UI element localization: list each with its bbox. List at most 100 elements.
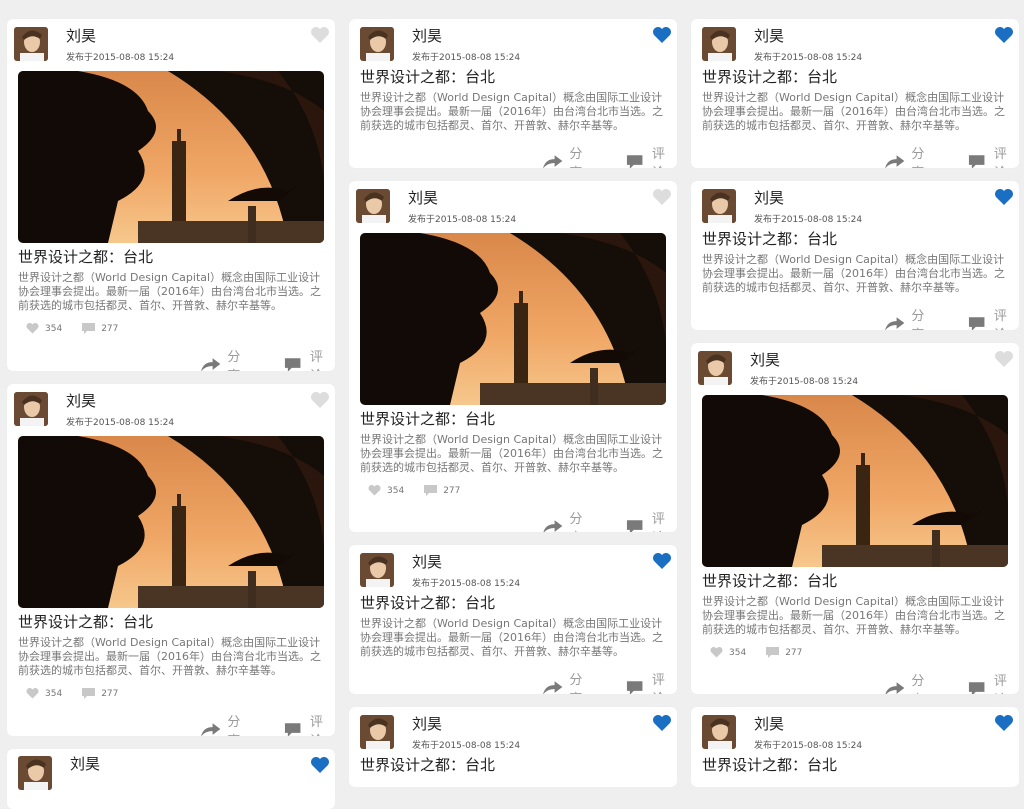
share-button[interactable]: 分享 [884, 143, 937, 168]
post-date: 发布于2015-08-08 15:24 [754, 215, 863, 225]
heart-icon[interactable] [310, 391, 330, 409]
heart-icon[interactable] [652, 26, 672, 44]
heart-icon[interactable] [310, 26, 330, 44]
author-name[interactable]: 刘昊 [754, 25, 784, 46]
comment-icon [625, 680, 646, 694]
share-icon [200, 722, 221, 736]
comment-count-icon [82, 688, 96, 699]
post-title[interactable]: 世界设计之都：台北 [360, 592, 495, 613]
heart-icon[interactable] [652, 714, 672, 732]
heart-icon[interactable] [652, 552, 672, 570]
heart-icon[interactable] [994, 26, 1014, 44]
post-photo[interactable] [360, 233, 666, 405]
author-name[interactable]: 刘昊 [408, 187, 438, 208]
like-count: 354 [729, 647, 747, 658]
comment-button[interactable]: 评论 [967, 143, 1020, 168]
comment-button[interactable]: 评论 [967, 305, 1020, 330]
post-card[interactable]: 刘昊 发布于2015-08-08 15:24 世界设计之都：台北 世界设计之都（… [349, 181, 677, 532]
share-label: 分享 [227, 715, 241, 736]
avatar[interactable] [702, 715, 736, 749]
share-button[interactable]: 分享 [542, 143, 595, 168]
post-description: 世界设计之都（World Design Capital）概念由国际工业设计协会理… [18, 271, 321, 312]
avatar[interactable] [360, 715, 394, 749]
avatar[interactable] [360, 553, 394, 587]
post-photo[interactable] [18, 71, 324, 243]
comment-count-icon [424, 485, 438, 496]
avatar[interactable] [698, 351, 732, 385]
post-title[interactable]: 世界设计之都：台北 [702, 570, 837, 591]
post-date: 发布于2015-08-08 15:24 [412, 53, 521, 63]
share-icon [542, 519, 563, 532]
share-label: 分享 [569, 512, 583, 532]
author-name[interactable]: 刘昊 [754, 187, 784, 208]
heart-icon[interactable] [310, 756, 330, 774]
share-icon [884, 681, 905, 694]
post-title[interactable]: 世界设计之都：台北 [702, 228, 837, 249]
comment-button[interactable]: 评论 [967, 670, 1020, 694]
comment-button[interactable]: 评论 [283, 711, 336, 736]
author-name[interactable]: 刘昊 [412, 713, 442, 734]
share-button[interactable]: 分享 [542, 669, 595, 694]
post-actions: 分享 评论 [884, 305, 1019, 330]
heart-icon[interactable] [994, 350, 1014, 368]
like-count: 354 [387, 485, 405, 496]
share-label: 分享 [227, 350, 241, 371]
author-name[interactable]: 刘昊 [412, 551, 442, 572]
heart-icon[interactable] [994, 714, 1014, 732]
avatar[interactable] [356, 189, 390, 223]
post-title[interactable]: 世界设计之都：台北 [360, 66, 495, 87]
avatar[interactable] [360, 27, 394, 61]
comment-icon [967, 154, 988, 168]
post-card[interactable]: 刘昊 发布于2015-08-08 15:24 世界设计之都：台北 世界设计之都（… [7, 384, 335, 736]
heart-icon[interactable] [652, 188, 672, 206]
post-photo[interactable] [702, 395, 1008, 567]
comment-button[interactable]: 评论 [625, 143, 678, 168]
author-name[interactable]: 刘昊 [66, 25, 96, 46]
like-count: 354 [45, 688, 63, 699]
avatar[interactable] [14, 27, 48, 61]
like-count-icon [26, 323, 39, 334]
comment-count-icon [82, 323, 96, 334]
share-button[interactable]: 分享 [884, 670, 937, 694]
post-description: 世界设计之都（World Design Capital）概念由国际工业设计协会理… [702, 595, 1005, 636]
avatar[interactable] [18, 756, 52, 790]
post-card[interactable]: 刘昊 发布于2015-08-08 15:24 世界设计之都：台北 世界设计之都（… [349, 545, 677, 694]
post-card[interactable]: 刘昊 [7, 749, 335, 809]
post-date: 发布于2015-08-08 15:24 [754, 53, 863, 63]
post-card[interactable]: 刘昊 发布于2015-08-08 15:24 世界设计之都：台北 [691, 707, 1019, 787]
post-title[interactable]: 世界设计之都：台北 [18, 611, 153, 632]
avatar[interactable] [702, 27, 736, 61]
author-name[interactable]: 刘昊 [70, 753, 100, 774]
avatar[interactable] [14, 392, 48, 426]
author-name[interactable]: 刘昊 [412, 25, 442, 46]
post-card[interactable]: 刘昊 发布于2015-08-08 15:24 世界设计之都：台北 世界设计之都（… [691, 343, 1019, 694]
heart-icon[interactable] [994, 188, 1014, 206]
comment-label: 评论 [651, 673, 665, 694]
post-title[interactable]: 世界设计之都：台北 [702, 754, 837, 775]
post-actions: 分享 评论 [542, 669, 677, 694]
post-card[interactable]: 刘昊 发布于2015-08-08 15:24 世界设计之都：台北 世界设计之都（… [691, 19, 1019, 168]
comment-button[interactable]: 评论 [625, 508, 678, 532]
avatar[interactable] [702, 189, 736, 223]
share-label: 分享 [911, 147, 925, 168]
share-button[interactable]: 分享 [200, 711, 253, 736]
share-button[interactable]: 分享 [884, 305, 937, 330]
comment-button[interactable]: 评论 [283, 346, 336, 371]
post-title[interactable]: 世界设计之都：台北 [360, 408, 495, 429]
comment-label: 评论 [651, 512, 665, 532]
post-title[interactable]: 世界设计之都：台北 [360, 754, 495, 775]
post-card[interactable]: 刘昊 发布于2015-08-08 15:24 世界设计之都：台北 世界设计之都（… [349, 19, 677, 168]
comment-button[interactable]: 评论 [625, 669, 678, 694]
author-name[interactable]: 刘昊 [66, 390, 96, 411]
post-date: 发布于2015-08-08 15:24 [412, 579, 521, 589]
post-title[interactable]: 世界设计之都：台北 [702, 66, 837, 87]
post-title[interactable]: 世界设计之都：台北 [18, 246, 153, 267]
post-photo[interactable] [18, 436, 324, 608]
post-card[interactable]: 刘昊 发布于2015-08-08 15:24 世界设计之都：台北 世界设计之都（… [7, 19, 335, 371]
post-card[interactable]: 刘昊 发布于2015-08-08 15:24 世界设计之都：台北 世界设计之都（… [691, 181, 1019, 330]
author-name[interactable]: 刘昊 [754, 713, 784, 734]
share-button[interactable]: 分享 [200, 346, 253, 371]
share-button[interactable]: 分享 [542, 508, 595, 532]
author-name[interactable]: 刘昊 [750, 349, 780, 370]
post-card[interactable]: 刘昊 发布于2015-08-08 15:24 世界设计之都：台北 [349, 707, 677, 787]
